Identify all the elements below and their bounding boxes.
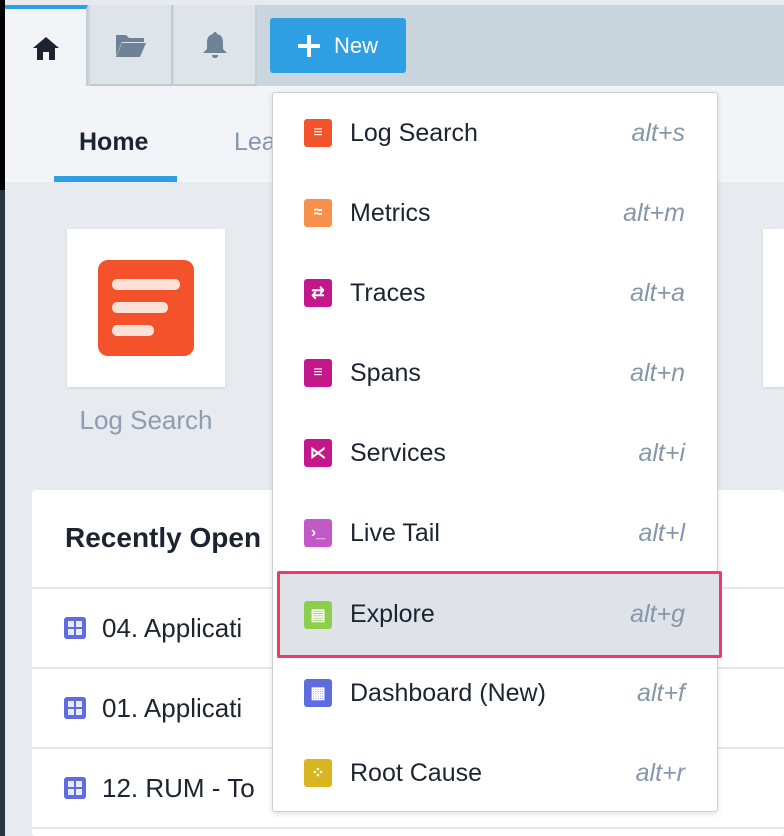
active-tab-underline [54,176,177,182]
menu-item-traces[interactable]: ⇄ Traces alt+a [273,253,717,333]
menu-item-shortcut: alt+r [635,758,685,787]
menu-item-label: Root Cause [350,758,483,787]
recent-row-label: 04. Applicati [102,612,243,643]
menu-item-label: Metrics [350,198,431,227]
menu-item-shortcut: alt+l [638,518,685,547]
menu-item-shortcut: alt+n [630,358,685,387]
menu-item-services[interactable]: ⋉ Services alt+i [273,413,717,493]
log-search-tile[interactable] [67,229,225,387]
log-search-tile-label: Log Search [79,405,213,435]
bell-icon [202,31,227,58]
new-dropdown-menu: ≡ Log Search alt+s ≈ Metrics alt+m ⇄ Traces alt+… [272,92,722,813]
menu-item-shortcut: alt+a [630,278,685,307]
dashboard-icon: ▦ [304,679,332,707]
menu-item-shortcut: alt+f [637,678,685,707]
menu-item-root-cause[interactable]: ⁘ Root Cause alt+r [273,733,717,813]
menu-item-dashboard-new[interactable]: ▦ Dashboard (New) alt+f [273,653,717,733]
folder-icon [115,34,146,57]
live-tail-icon: ›_ [304,519,332,547]
tile-partial[interactable] [763,229,784,387]
dashboard-icon [64,617,86,639]
services-icon: ⋉ [304,439,332,467]
dashboard-icon [64,697,86,719]
recent-row-label: 01. Applicati [102,692,243,723]
menu-item-explore[interactable]: ▤ Explore alt+g [277,571,722,658]
new-button[interactable]: New [270,18,406,73]
recent-row-label: 12. RUM - To [102,772,255,803]
menu-item-metrics[interactable]: ≈ Metrics alt+m [273,173,717,253]
subtab-home[interactable]: Home [79,128,148,157]
home-icon [32,36,59,60]
tab-alerts[interactable] [174,5,257,86]
menu-item-label: Live Tail [350,518,440,547]
new-button-label: New [333,32,378,58]
menu-item-label: Explore [350,600,435,628]
menu-item-live-tail[interactable]: ›_ Live Tail alt+l [273,493,717,573]
menu-item-label: Spans [350,358,421,387]
menu-item-spans[interactable]: ≡ Spans alt+n [273,333,717,413]
recent-row-divider [32,827,784,836]
tab-library[interactable] [90,5,173,86]
tab-home[interactable] [5,5,88,86]
explore-icon: ▤ [304,600,332,629]
menu-item-label: Log Search [350,118,478,147]
menu-item-shortcut: alt+g [630,600,685,628]
dashboard-icon [64,777,86,799]
menu-item-label: Dashboard (New) [350,678,546,707]
menu-item-label: Traces [350,278,426,307]
menu-item-shortcut: alt+i [638,438,685,467]
menu-item-shortcut: alt+m [623,198,685,227]
menu-item-log-search[interactable]: ≡ Log Search alt+s [273,93,717,173]
menu-item-shortcut: alt+s [631,118,685,147]
root-cause-icon: ⁘ [304,759,332,787]
spans-icon: ≡ [304,359,332,387]
log-search-icon [98,260,194,356]
top-bar: New [5,5,784,86]
metrics-icon: ≈ [304,199,332,227]
subtab-second[interactable]: Lea [234,128,276,157]
recently-opened-title: Recently Open [65,522,262,553]
traces-icon: ⇄ [304,279,332,307]
log-search-icon: ≡ [304,119,332,147]
plus-icon [297,34,320,57]
menu-item-label: Services [350,438,446,467]
